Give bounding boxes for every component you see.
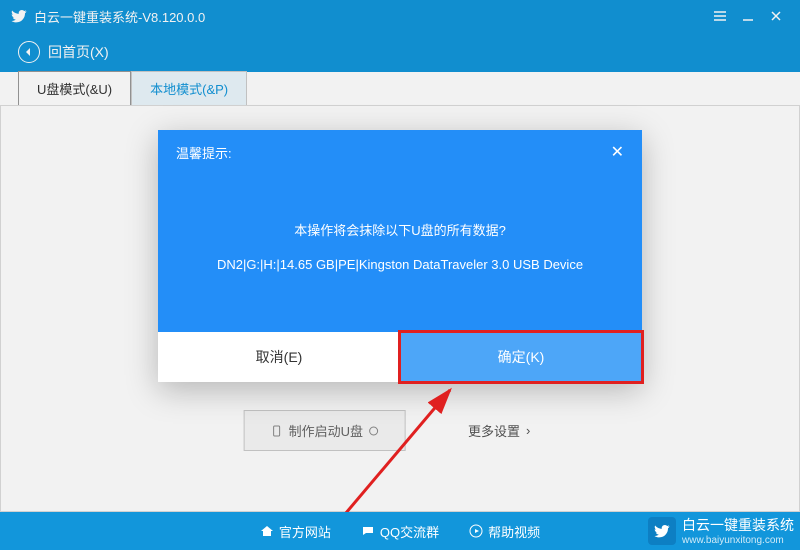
dialog-device-info: DN2|G:|H:|14.65 GB|PE|Kingston DataTrave…	[188, 248, 612, 282]
watermark-text: 白云一键重装系统 www.baiyunxitong.com	[682, 515, 794, 546]
dialog-title: 温馨提示:	[176, 143, 232, 162]
footer-help-label: 帮助视频	[488, 522, 540, 541]
watermark-url: www.baiyunxitong.com	[682, 535, 794, 546]
confirm-button[interactable]: 确定(K)	[400, 332, 642, 382]
dialog-header: 温馨提示: ✕	[158, 130, 642, 174]
footer: 官方网站 QQ交流群 帮助视频 白云一键重装系统 www.baiyunxiton…	[0, 512, 800, 550]
chat-icon	[361, 524, 375, 538]
dialog-close-icon[interactable]: ✕	[611, 142, 624, 162]
footer-qq-label: QQ交流群	[380, 522, 439, 541]
watermark-logo-icon	[648, 517, 676, 545]
modal-backdrop: 温馨提示: ✕ 本操作将会抹除以下U盘的所有数据? DN2|G:|H:|14.6…	[0, 0, 800, 550]
footer-help-video[interactable]: 帮助视频	[469, 522, 540, 541]
footer-qq-group[interactable]: QQ交流群	[361, 522, 439, 541]
footer-official-site[interactable]: 官方网站	[260, 522, 331, 541]
video-icon	[469, 524, 483, 538]
home-icon	[260, 524, 274, 538]
watermark-name: 白云一键重装系统	[682, 517, 794, 533]
confirm-label: 确定(K)	[498, 347, 545, 367]
dialog-message: 本操作将会抹除以下U盘的所有数据?	[188, 214, 612, 248]
dialog-footer: 取消(E) 确定(K)	[158, 332, 642, 382]
footer-site-label: 官方网站	[279, 522, 331, 541]
dialog-body: 本操作将会抹除以下U盘的所有数据? DN2|G:|H:|14.65 GB|PE|…	[158, 174, 642, 332]
watermark: 白云一键重装系统 www.baiyunxitong.com	[648, 515, 794, 546]
confirm-dialog: 温馨提示: ✕ 本操作将会抹除以下U盘的所有数据? DN2|G:|H:|14.6…	[158, 130, 642, 382]
cancel-button[interactable]: 取消(E)	[158, 332, 400, 382]
